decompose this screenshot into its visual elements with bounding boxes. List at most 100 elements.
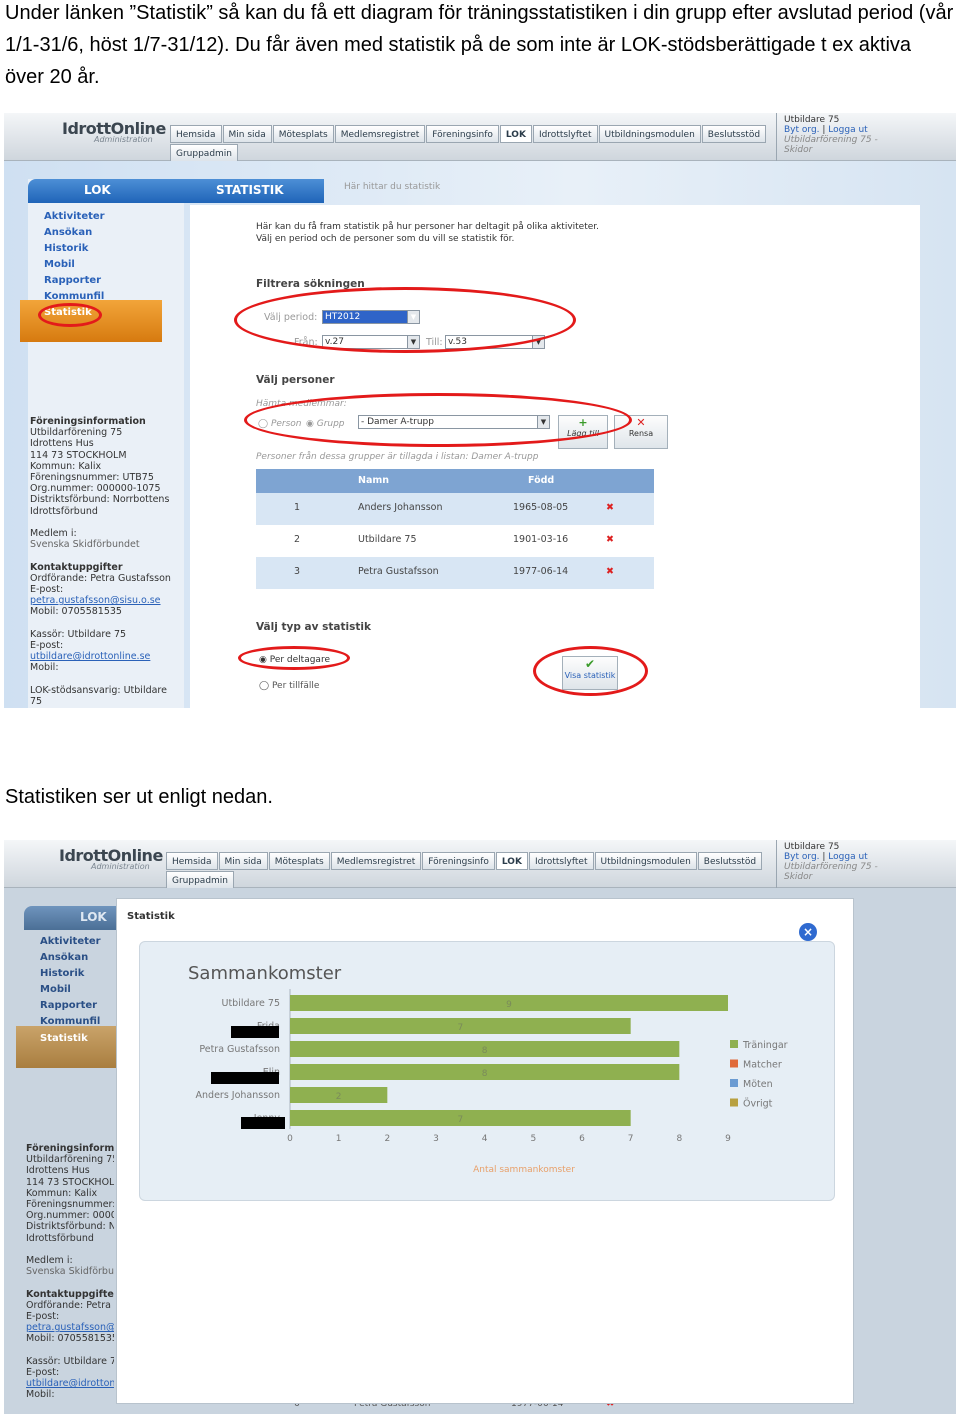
remove-icon[interactable]: ✖ <box>606 534 614 545</box>
user-name: Utbildare 75 <box>784 115 840 125</box>
tab-medlemsregistret[interactable]: Medlemsregistret <box>334 125 426 143</box>
tab-medlemsregistret[interactable]: Medlemsregistret <box>330 852 422 870</box>
highlight-ring-statistik <box>38 303 102 327</box>
sidebar-nav: Aktiviteter Ansökan Historik Mobil Rappo… <box>44 209 105 305</box>
contact-email-link[interactable]: petra.gustafsson@sisu.o.se <box>26 1322 114 1333</box>
contact-line: E-post: <box>26 1311 60 1323</box>
switch-org-link[interactable]: Byt org. <box>784 852 820 862</box>
treasurer-email-link[interactable]: utbildare@idrottonline.se <box>30 651 150 662</box>
contact-title: Kontaktuppgifter <box>26 1288 114 1300</box>
tab-idrottslyftet[interactable]: Idrottslyftet <box>532 125 598 143</box>
persons-note: Personer från dessa grupper är tillagda … <box>256 452 539 462</box>
highlight-ring-show-button <box>533 646 648 696</box>
sidebar-item-rapporter[interactable]: Rapporter <box>40 998 101 1014</box>
legend-swatch <box>730 1098 738 1107</box>
sidebar-item-ansokan[interactable]: Ansökan <box>40 950 101 966</box>
assoc-line: Org.nummer: 000000-1075 <box>30 483 161 495</box>
category-label: Anders Johansson <box>196 1090 280 1101</box>
legend-label: Träningar <box>742 1040 788 1051</box>
x-tick-label: 0 <box>287 1134 293 1144</box>
top-bar: IdrottOnline Administration Hemsida Min s… <box>4 113 956 163</box>
tab-motesplats[interactable]: Mötesplats <box>272 125 334 143</box>
sidebar-item-ansokan[interactable]: Ansökan <box>44 225 105 241</box>
sidebar-item-historik[interactable]: Historik <box>44 241 105 257</box>
tab-gruppadmin[interactable]: Gruppadmin <box>166 871 235 889</box>
lok-responsible-cont: 75 <box>30 696 43 708</box>
assoc-line: Idrottsförbund <box>26 1232 94 1244</box>
tab-utbildningsmodulen[interactable]: Utbildningsmodulen <box>598 125 701 143</box>
caption: Statistiken ser ut enligt nedan. <box>5 786 273 808</box>
tab-lok[interactable]: LOK <box>495 852 528 870</box>
sidebar-item-statistik[interactable]: Statistik <box>16 1026 116 1068</box>
legend-swatch <box>730 1040 738 1048</box>
x-tick-label: 9 <box>725 1134 731 1144</box>
legend-label: Matcher <box>743 1060 782 1071</box>
tab-foreningsinfo[interactable]: Föreningsinfo <box>426 125 499 143</box>
user-name: Utbildare 75 <box>784 842 840 852</box>
legend-label: Möten <box>743 1079 773 1090</box>
logout-link[interactable]: Logga ut <box>828 852 867 862</box>
tab-lok[interactable]: LOK <box>499 125 532 143</box>
statistics-form-screenshot: IdrottOnline Administration Hemsida Min s… <box>4 113 956 708</box>
tab-idrottslyftet[interactable]: Idrottslyftet <box>528 852 594 870</box>
tab-hemsida[interactable]: Hemsida <box>166 852 218 870</box>
tab-foreningsinfo[interactable]: Föreningsinfo <box>422 852 495 870</box>
per-occasion-label: Per tillfälle <box>271 681 320 691</box>
member-title: Medlem i: <box>30 528 77 540</box>
assoc-line: Idrottsförbund <box>30 505 98 517</box>
x-tick-label: 2 <box>384 1134 390 1144</box>
x-tick-label: 7 <box>628 1134 634 1144</box>
x-tick-label: 6 <box>579 1134 585 1144</box>
association-info: Föreningsinformation Utbildarförening 75… <box>30 416 171 707</box>
radio-per-occasion[interactable]: ◯ Per tillfälle <box>259 681 319 691</box>
assoc-line: Org.nummer: 000000-1075 <box>26 1210 114 1222</box>
logout-link[interactable]: Logga ut <box>828 125 867 135</box>
tab-gruppadmin[interactable]: Gruppadmin <box>170 144 239 162</box>
sidebar-item-historik[interactable]: Historik <box>40 966 101 982</box>
statistics-modal: Statistik SammankomsterUtbildare 759Frid… <box>116 898 854 1404</box>
sidebar-item-aktiviteter[interactable]: Aktiviteter <box>44 209 105 225</box>
x-axis-label: Antal sammankomster <box>473 1165 575 1175</box>
contact-email-link[interactable]: petra.gustafsson@sisu.o.se <box>30 595 161 606</box>
tab-min-sida[interactable]: Min sida <box>218 852 268 870</box>
contact-line: E-post: <box>30 584 64 596</box>
intro-paragraph: Under länken ”Statistik” så kan du få et… <box>5 2 954 88</box>
tab-motesplats[interactable]: Mötesplats <box>268 852 330 870</box>
sidebar-item-aktiviteter[interactable]: Aktiviteter <box>40 934 101 950</box>
row-number: 1 <box>294 502 301 513</box>
row-born: 1965-08-05 <box>513 502 569 513</box>
info-line-2: Välj en period och de personer som du vi… <box>256 234 515 244</box>
data-label: 7 <box>457 1023 463 1033</box>
assoc-title: Föreningsinformation <box>26 1143 114 1154</box>
data-label: 8 <box>482 1069 488 1079</box>
tab-min-sida[interactable]: Min sida <box>222 125 272 143</box>
app-logo-subtitle: Administration <box>91 862 150 871</box>
row-name: Anders Johansson <box>358 502 443 513</box>
sidebar-item-rapporter[interactable]: Rapporter <box>44 273 105 289</box>
treasurer-email-link[interactable]: utbildare@idrottonline.se <box>26 1378 114 1389</box>
assoc-line: Utbildarförening 75 <box>26 1154 114 1166</box>
assoc-line: Kommun: Kalix <box>26 1187 98 1199</box>
sidebar-item-mobil[interactable]: Mobil <box>40 982 101 998</box>
assoc-line: Föreningsnummer: UTB75 <box>26 1199 114 1211</box>
close-icon[interactable]: × <box>799 923 817 941</box>
col-name: Namn <box>358 475 390 486</box>
tab-beslutsstod[interactable]: Beslutsstöd <box>701 125 767 143</box>
tab-hemsida[interactable]: Hemsida <box>170 125 222 143</box>
x-tick-label: 8 <box>676 1134 682 1144</box>
assoc-line: Idrottens Hus <box>30 438 94 450</box>
assoc-line: Föreningsnummer: UTB75 <box>30 472 154 484</box>
statistics-result-screenshot: IdrottOnline Administration Hemsida Min s… <box>4 840 956 1414</box>
contact-mobile: Mobil: 0705581535 <box>30 606 122 618</box>
sidebar-item-mobil[interactable]: Mobil <box>44 257 105 273</box>
treasurer: Kassör: Utbildare 75 <box>30 628 127 640</box>
tab-utbildningsmodulen[interactable]: Utbildningsmodulen <box>594 852 697 870</box>
contact-line: Ordförande: Petra Gustafsson <box>26 1299 114 1311</box>
main-tabs: Hemsida Min sida Mötesplats Medlemsregistre… <box>170 125 770 163</box>
switch-org-link[interactable]: Byt org. <box>784 125 820 135</box>
page-subtitle: Här hittar du statistik <box>344 182 441 192</box>
sidebar-nav: Aktiviteter Ansökan Historik Mobil Rappo… <box>40 934 101 1030</box>
remove-icon[interactable]: ✖ <box>606 502 614 513</box>
remove-icon[interactable]: ✖ <box>606 566 614 577</box>
tab-beslutsstod[interactable]: Beslutsstöd <box>697 852 763 870</box>
